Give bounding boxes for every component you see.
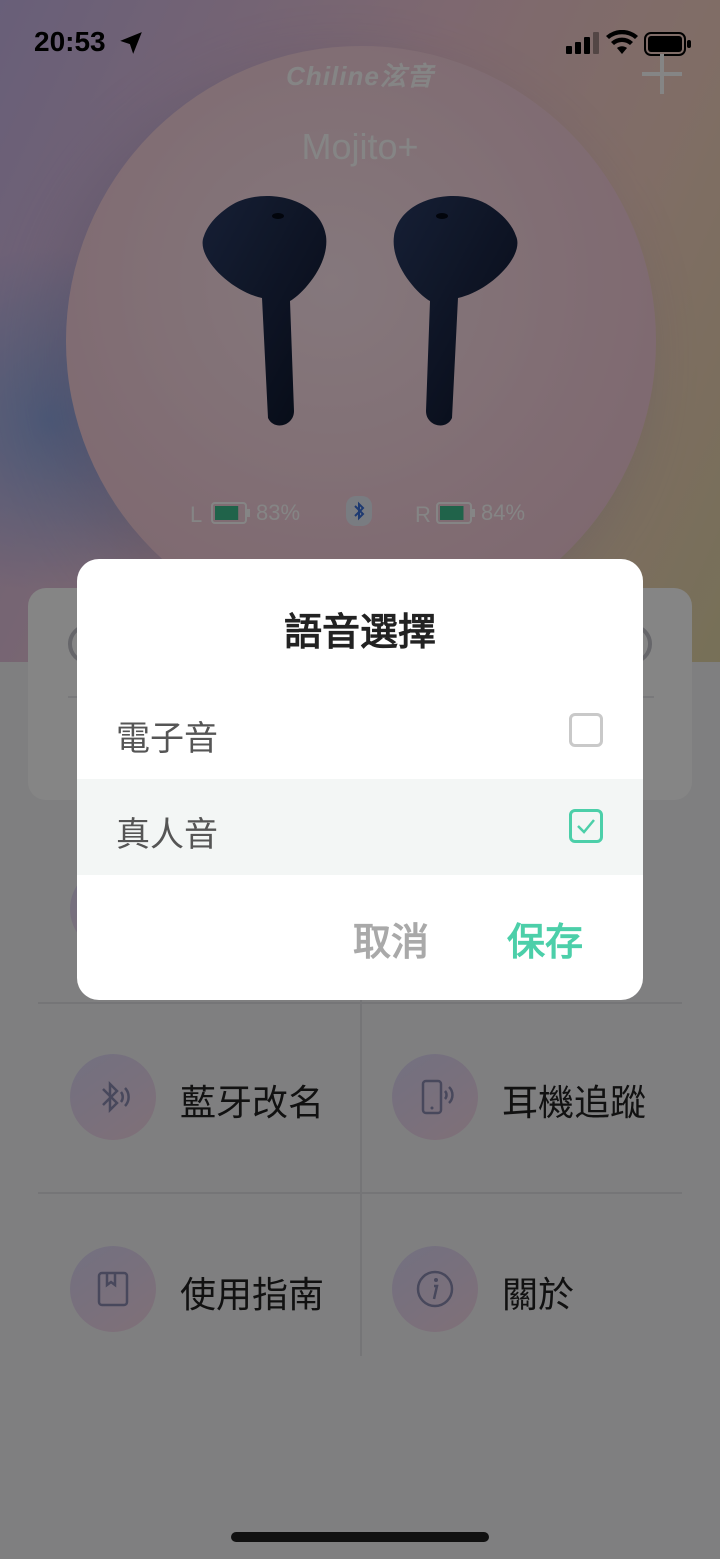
voice-selection-dialog: 語音選擇 電子音 真人音 取消 保存 xyxy=(77,559,643,1000)
dialog-title: 語音選擇 xyxy=(283,610,436,654)
checkmark-icon xyxy=(577,819,595,834)
option-human-voice[interactable]: 真人音 xyxy=(77,779,643,875)
option-checkbox[interactable] xyxy=(569,713,603,747)
option-label: 電子音 xyxy=(116,719,218,759)
cancel-button[interactable]: 取消 xyxy=(353,911,429,966)
option-electronic-voice[interactable]: 電子音 xyxy=(77,683,643,779)
option-checkbox[interactable] xyxy=(569,809,603,843)
screen: 20:53 Chiline泫音 Mojito+ L 83% R 84% 藍牙改名… xyxy=(0,0,720,1559)
home-indicator[interactable] xyxy=(231,1532,489,1542)
save-button[interactable]: 保存 xyxy=(507,911,583,966)
option-label: 真人音 xyxy=(116,815,218,855)
